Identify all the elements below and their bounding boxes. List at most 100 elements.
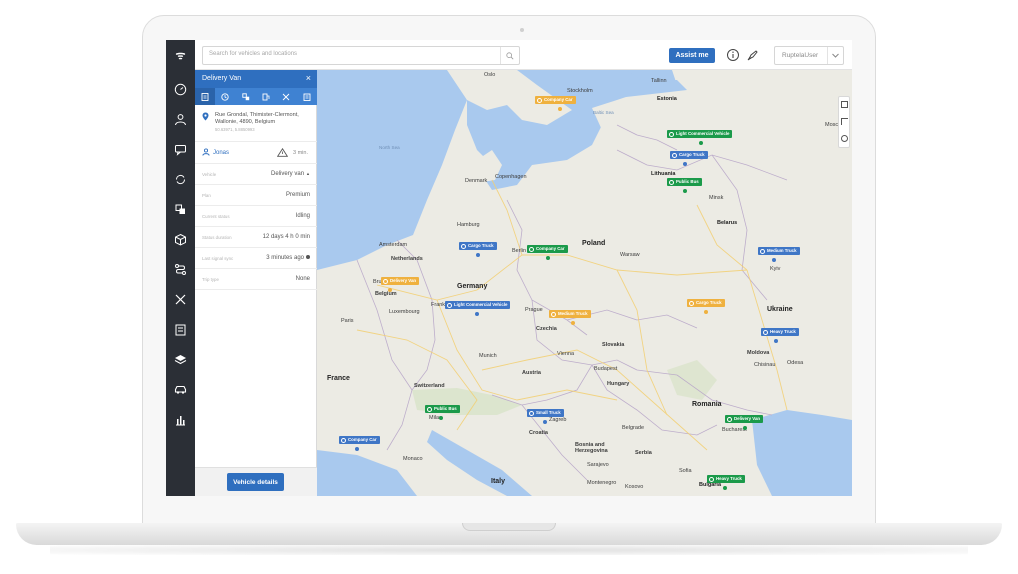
- map-label-sofia: Sofia: [679, 468, 692, 474]
- map-label-montenegro: Montenegro: [587, 480, 617, 486]
- info-icon[interactable]: [726, 48, 740, 62]
- map-label-odesa: Odesa: [787, 360, 804, 366]
- vehicle-marker[interactable]: Light Commercial Vehicle: [667, 130, 733, 138]
- map-label-estonia: Estonia: [657, 96, 677, 102]
- vehicle-marker[interactable]: Medium Truck: [549, 310, 591, 318]
- vehicle-marker[interactable]: Company Car: [527, 245, 568, 253]
- info-row-plan: Plan Premium: [195, 185, 317, 206]
- vehicle-marker[interactable]: Heavy Truck: [761, 328, 799, 336]
- app-logo[interactable]: ᯤ: [166, 40, 195, 70]
- copy-icon[interactable]: [173, 202, 188, 217]
- tab-history[interactable]: [215, 88, 235, 105]
- map-label-moldova: Moldova: [747, 350, 770, 356]
- status-dot-icon: [306, 255, 310, 260]
- tab-checklist[interactable]: [297, 88, 317, 105]
- map-view[interactable]: Oslo Stockholm Tallinn Estonia Mosco... …: [317, 70, 852, 496]
- vehicle-marker-dot: [683, 162, 687, 166]
- row-label: Plan: [202, 193, 211, 198]
- map-label-czechia: Czechia: [536, 326, 557, 332]
- refresh-icon[interactable]: [173, 172, 188, 187]
- top-bar: ᯤ Search for vehicles and locations Assi…: [166, 40, 852, 70]
- driver-name[interactable]: Jonas: [213, 150, 229, 156]
- driver-row[interactable]: Jonas 3 min.: [195, 142, 317, 164]
- copy-icon: [242, 92, 250, 100]
- tools-icon[interactable]: [173, 292, 188, 307]
- map-label-kosovo: Kosovo: [625, 484, 644, 490]
- vehicle-marker-dot: [699, 141, 703, 145]
- vehicle-marker[interactable]: Cargo Truck: [670, 151, 708, 159]
- vehicle-marker[interactable]: Public Bus: [667, 178, 702, 186]
- map-label-hamburg: Hamburg: [457, 222, 480, 228]
- vehicle-marker[interactable]: Light Commercial Vehicle: [445, 301, 511, 309]
- vehicle-marker[interactable]: Delivery Van: [725, 415, 764, 423]
- route-icon[interactable]: [173, 262, 188, 277]
- row-value-vehicle[interactable]: Delivery van ▲: [271, 171, 310, 177]
- app-screen: Oslo Stockholm Tallinn Estonia Mosco... …: [166, 40, 852, 496]
- car-icon[interactable]: [173, 382, 188, 397]
- laptop-shadow: [50, 545, 968, 555]
- vehicle-marker[interactable]: Delivery Van: [381, 277, 420, 285]
- map-label-austria: Austria: [522, 370, 541, 376]
- address-coordinates: 50.63971, 5.8850993: [215, 127, 255, 132]
- layers-toggle-icon[interactable]: [841, 101, 848, 108]
- map-label-zagreb: Zagreb: [549, 417, 567, 423]
- tab-tasks[interactable]: [236, 88, 256, 105]
- search-input[interactable]: Search for vehicles and locations: [209, 51, 297, 57]
- map-label-poland: Poland: [582, 240, 606, 247]
- tab-maintenance[interactable]: [276, 88, 296, 105]
- map-label-netherlands: Netherlands: [391, 256, 423, 262]
- tab-fuel[interactable]: [256, 88, 276, 105]
- assist-me-button[interactable]: Assist me: [669, 48, 715, 63]
- map-label-oslo: Oslo: [484, 72, 496, 78]
- map-label-slovakia: Slovakia: [602, 342, 625, 348]
- vehicle-marker[interactable]: Public Bus: [425, 405, 460, 413]
- map-label-hungary: Hungary: [607, 381, 630, 387]
- user-dropdown[interactable]: RuptelaUser: [774, 46, 844, 65]
- panel-header: Delivery Van ×: [195, 70, 317, 88]
- tab-overview[interactable]: [195, 88, 216, 105]
- search-box[interactable]: Search for vehicles and locations: [202, 46, 520, 65]
- info-row-duration: Status duration 12 days 4 h 0 min: [195, 227, 317, 248]
- chevron-down-icon[interactable]: [827, 47, 843, 64]
- bar-chart-icon[interactable]: [173, 412, 188, 427]
- map-label-lithuania: Lithuania: [651, 171, 676, 177]
- map-label-belarus: Belarus: [717, 220, 738, 226]
- dashboard-icon[interactable]: [173, 82, 188, 97]
- row-value-sync: 3 minutes ago: [266, 255, 310, 261]
- vehicle-marker[interactable]: Company Car: [339, 436, 380, 444]
- vehicle-marker[interactable]: Heavy Truck: [707, 475, 745, 483]
- close-icon[interactable]: ×: [306, 73, 311, 83]
- warning-icon: [277, 148, 288, 157]
- map-label-budapest: Budapest: [594, 366, 618, 372]
- vehicle-marker-dot: [475, 312, 479, 316]
- row-value: None: [295, 276, 310, 282]
- vehicle-details-button[interactable]: Vehicle details: [227, 473, 284, 491]
- map-label-warsaw: Warsaw: [620, 252, 640, 258]
- vehicle-marker-dot: [772, 258, 776, 262]
- vehicle-marker-dot: [476, 253, 480, 257]
- vehicle-marker-dot: [571, 321, 575, 325]
- map-label-bosnia: Bosnia and Herzegovina: [575, 442, 608, 454]
- vehicle-marker[interactable]: Cargo Truck: [687, 299, 725, 307]
- document-icon: [201, 92, 209, 101]
- layers-icon[interactable]: [173, 352, 188, 367]
- vehicle-marker[interactable]: Cargo Truck: [459, 242, 497, 250]
- checklist-icon[interactable]: [173, 322, 188, 337]
- vehicle-marker[interactable]: Company Car: [535, 96, 576, 104]
- map-label-denmark: Denmark: [465, 178, 488, 184]
- search-button[interactable]: [500, 47, 519, 64]
- map-label-belgium: Belgium: [375, 291, 397, 297]
- vehicle-marker[interactable]: Small Truck: [527, 409, 564, 417]
- laptop-base-notch: [462, 523, 556, 531]
- vehicle-marker-dot: [388, 288, 392, 292]
- map-label-stockholm: Stockholm: [567, 88, 593, 94]
- map-label-paris: Paris: [341, 318, 354, 324]
- fullscreen-icon[interactable]: [841, 118, 848, 125]
- refresh-map-icon[interactable]: [841, 135, 848, 142]
- vehicle-marker[interactable]: Medium Truck: [758, 247, 800, 255]
- user-icon[interactable]: [173, 112, 188, 127]
- rocket-icon[interactable]: [746, 48, 760, 62]
- chat-icon[interactable]: [173, 142, 188, 157]
- box-icon[interactable]: [173, 232, 188, 247]
- map-label-baltic-sea: Baltic Sea: [593, 110, 614, 115]
